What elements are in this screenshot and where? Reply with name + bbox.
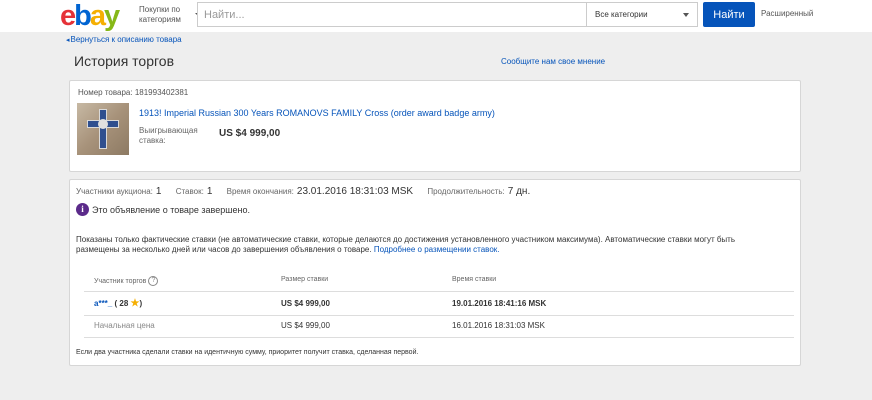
ended-notice: i Это объявление о товаре завершено. [76, 203, 250, 216]
chevron-down-icon [683, 13, 689, 17]
header: ebay Покупки по категориям Все категории… [0, 0, 872, 32]
item-thumbnail[interactable] [77, 103, 129, 155]
back-to-item-link[interactable]: ◂Вернуться к описанию товара [66, 35, 182, 44]
bidders-value: 1 [155, 186, 162, 197]
back-to-item-label: Вернуться к описанию товара [70, 35, 182, 44]
bids-label: Ставок: [175, 187, 204, 196]
col-head-bidder: Участник торгов? [94, 276, 159, 286]
shop-by-category-label: Покупки по категориям [139, 5, 181, 24]
footnote: Если два участника сделали ставки на иде… [76, 349, 419, 356]
bidder-name[interactable]: a***_ [94, 299, 112, 308]
table-row-starting-price: Начальная цена [94, 321, 155, 330]
table-row-bidder[interactable]: a***_ ( 28 ★) [94, 298, 142, 309]
shop-by-category-button[interactable]: Покупки по категориям [139, 5, 203, 25]
learn-more-bidding-link[interactable]: Подробнее о размещении ставок. [374, 245, 500, 254]
category-select-value: Все категории [595, 10, 648, 19]
ended-message: Это объявление о товаре завершено. [92, 204, 250, 215]
table-divider [84, 291, 794, 292]
advanced-search-link[interactable]: Расширенный [761, 9, 813, 18]
bids-value: 1 [206, 186, 213, 197]
col-head-amount: Размер ставки [281, 276, 329, 283]
item-number: Номер товара: 181993402381 [78, 88, 189, 97]
col-head-time: Время ставки [452, 276, 497, 283]
duration-value: 7 дн. [507, 186, 531, 197]
table-row-time: 16.01.2016 18:31:03 MSK [452, 321, 545, 330]
page-title: История торгов [74, 53, 175, 69]
bids-note: Показаны только фактические ставки (не а… [76, 235, 766, 255]
duration-label: Продолжительность: [427, 187, 505, 196]
winning-bid-value: US $4 999,00 [219, 128, 281, 139]
end-time-value: 23.01.2016 18:31:03 MSK [296, 186, 414, 197]
category-select[interactable]: Все категории [586, 2, 698, 27]
bidders-label: Участники аукциона: [76, 187, 153, 196]
ebay-logo[interactable]: ebay [60, 1, 120, 31]
end-time-label: Время окончания: [226, 187, 294, 196]
feedback-link[interactable]: Сообщите нам свое мнение [501, 57, 605, 66]
table-row-time: 19.01.2016 18:41:16 MSK [452, 299, 547, 308]
info-icon: i [76, 203, 89, 216]
bid-history-card: Участники аукциона: 1 Ставок: 1 Время окон… [69, 179, 801, 366]
item-card: Номер товара: 181993402381 1913! Imperia… [69, 80, 801, 172]
table-row-amount: US $4 999,00 [281, 299, 330, 308]
search-button[interactable]: Найти [703, 2, 755, 27]
table-divider [84, 337, 794, 338]
table-row-amount: US $4 999,00 [281, 321, 330, 330]
auction-summary: Участники аукциона: 1 Ставок: 1 Время окон… [76, 186, 542, 197]
feedback-score[interactable]: ( 28 [114, 299, 128, 308]
winning-bid-label: Выигрывающая ставка: [139, 126, 198, 145]
table-divider [84, 315, 794, 316]
search-input[interactable] [197, 2, 587, 27]
help-icon[interactable]: ? [148, 276, 159, 286]
item-title-link[interactable]: 1913! Imperial Russian 300 Years ROMANOV… [139, 108, 495, 118]
chevron-left-icon: ◂ [66, 37, 70, 44]
